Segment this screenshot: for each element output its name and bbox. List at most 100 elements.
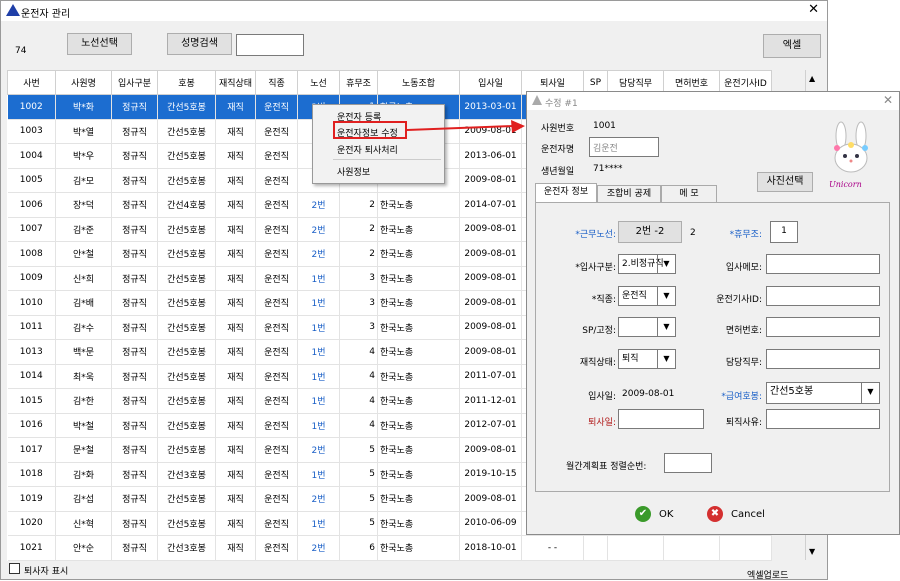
table-cell: - - (521, 535, 584, 561)
excel-upload-link[interactable]: 엑셀업로드 (747, 568, 788, 581)
table-cell: 재직 (215, 388, 256, 414)
ok-button[interactable]: OK (659, 509, 673, 520)
route-select-button[interactable]: 노선선택 (67, 33, 132, 55)
table-cell: 재직 (215, 168, 256, 193)
rest-group-field[interactable]: 1 (770, 221, 798, 243)
column-header[interactable]: 입사구분 (111, 70, 158, 95)
table-cell: 2번 (297, 486, 340, 512)
table-cell: 2009-08-01 (459, 290, 522, 316)
retire-date-field[interactable] (618, 409, 704, 429)
table-cell: 정규직 (111, 315, 158, 340)
table-cell: 재직 (215, 94, 256, 120)
table-row[interactable]: 1021 안*순 정규직 간선3호봉 재직 운전직 2번 6 한국노총 2018-10-01- - (7, 535, 772, 561)
table-cell: 운전직 (255, 119, 298, 144)
dialog-close-icon[interactable]: ✕ (883, 93, 893, 107)
retire-reason-field[interactable] (766, 409, 880, 429)
column-header[interactable]: 노동조합 (377, 70, 460, 95)
table-cell: 2011-12-01 (459, 388, 522, 414)
table-cell: 정규직 (111, 413, 158, 438)
driver-id-field[interactable] (766, 286, 880, 306)
close-icon[interactable]: ✕ (808, 2, 819, 17)
cancel-x-icon[interactable]: ✖ (707, 506, 723, 522)
table-cell: 재직 (215, 192, 256, 218)
table-cell: 2018-10-01 (459, 535, 522, 561)
chevron-down-icon[interactable]: ▼ (657, 350, 675, 368)
status-select[interactable]: 퇴직 ▼ (618, 349, 676, 369)
driver-photo: Unicorn (819, 120, 885, 192)
tab-memo[interactable]: 메 모 (661, 185, 717, 203)
sp-label: SP/고정: (582, 326, 616, 336)
table-cell: 간선5호봉 (157, 241, 216, 267)
table-cell: 재직 (215, 143, 256, 169)
table-cell: 운전직 (255, 388, 298, 414)
pay-grade-label: *급여호봉: (721, 392, 762, 402)
table-cell: 2014-07-01 (459, 192, 522, 218)
column-header[interactable]: 사번 (7, 70, 56, 95)
name-search-input[interactable] (236, 34, 304, 56)
table-cell: 2011-07-01 (459, 364, 522, 389)
table-cell: 1번 (297, 339, 340, 365)
column-header[interactable]: 재직상태 (215, 70, 256, 95)
show-retired-checkbox[interactable] (9, 563, 20, 574)
menu-item-employee-info[interactable]: 사원정보 (337, 165, 370, 178)
scroll-up-icon[interactable]: ▲ (809, 74, 815, 83)
table-cell: 간선5호봉 (157, 437, 216, 463)
job-select[interactable]: 운전직 ▼ (618, 286, 676, 306)
column-header[interactable]: 노선 (297, 70, 340, 95)
table-cell: 재직 (215, 462, 256, 487)
column-header[interactable]: 사원명 (55, 70, 112, 95)
table-cell: 4 (339, 413, 378, 438)
tab-driver-info[interactable]: 운전자 정보 (535, 183, 597, 203)
pay-grade-select[interactable]: 간선5호봉 ▼ (766, 382, 880, 404)
table-cell: 한국노총 (377, 217, 460, 242)
table-cell: 안*철 (55, 241, 112, 267)
table-cell: 2012-07-01 (459, 413, 522, 438)
chevron-down-icon[interactable]: ▼ (861, 383, 879, 403)
table-cell: 4 (339, 364, 378, 389)
photo-select-button[interactable]: 사진선택 (757, 172, 813, 192)
table-cell: 2010-06-09 (459, 511, 522, 536)
chevron-down-icon[interactable]: ▼ (657, 318, 675, 336)
excel-button[interactable]: 엑셀 (763, 34, 821, 58)
table-cell: 정규직 (111, 192, 158, 218)
table-cell: 2019-10-15 (459, 462, 522, 487)
table-cell: 운전직 (255, 511, 298, 536)
table-cell: 운전직 (255, 217, 298, 242)
hire-type-select[interactable]: 2.비정규직 ▼ (618, 254, 676, 274)
duty-field[interactable] (766, 349, 880, 369)
table-cell: 김*한 (55, 388, 112, 414)
table-cell: 간선4호봉 (157, 192, 216, 218)
hire-memo-field[interactable] (766, 254, 880, 274)
scroll-down-icon[interactable]: ▼ (809, 547, 815, 556)
driver-id-label: 운전기사ID: (716, 295, 762, 305)
bunny-image-icon (834, 121, 868, 173)
chevron-down-icon[interactable]: ▼ (657, 287, 675, 305)
table-cell: 간선5호봉 (157, 266, 216, 291)
column-header[interactable]: 직종 (255, 70, 298, 95)
ok-check-icon[interactable]: ✔ (635, 506, 651, 522)
table-cell: 박*열 (55, 119, 112, 144)
menu-item-retire[interactable]: 운전자 퇴사처리 (337, 143, 398, 156)
table-cell: 재직 (215, 315, 256, 340)
route-button[interactable]: 2번 -2 (618, 221, 682, 243)
show-retired-label: 퇴사자 표시 (24, 567, 69, 577)
cancel-button[interactable]: Cancel (731, 509, 765, 520)
license-field[interactable] (766, 317, 880, 337)
tab-union-dues[interactable]: 조합비 공제 (597, 185, 661, 203)
sp-select[interactable]: ▼ (618, 317, 676, 337)
column-header[interactable]: 휴무조 (339, 70, 378, 95)
table-cell: 간선5호봉 (157, 94, 216, 120)
table-cell: 1번 (297, 364, 340, 389)
column-header[interactable]: 입사일 (459, 70, 522, 95)
name-field[interactable]: 김운전 (589, 137, 659, 157)
table-cell: 2번 (297, 437, 340, 463)
table-cell: 재직 (215, 486, 256, 512)
table-cell: 간선5호봉 (157, 413, 216, 438)
column-header[interactable]: 호봉 (157, 70, 216, 95)
name-search-button[interactable]: 성명검색 (167, 33, 232, 55)
hire-date-value: 2009-08-01 (622, 389, 675, 399)
table-cell: 김*수 (55, 315, 112, 340)
chevron-down-icon[interactable]: ▼ (657, 255, 675, 273)
status-label: 재직상태: (579, 358, 616, 368)
monthly-order-field[interactable] (664, 453, 712, 473)
